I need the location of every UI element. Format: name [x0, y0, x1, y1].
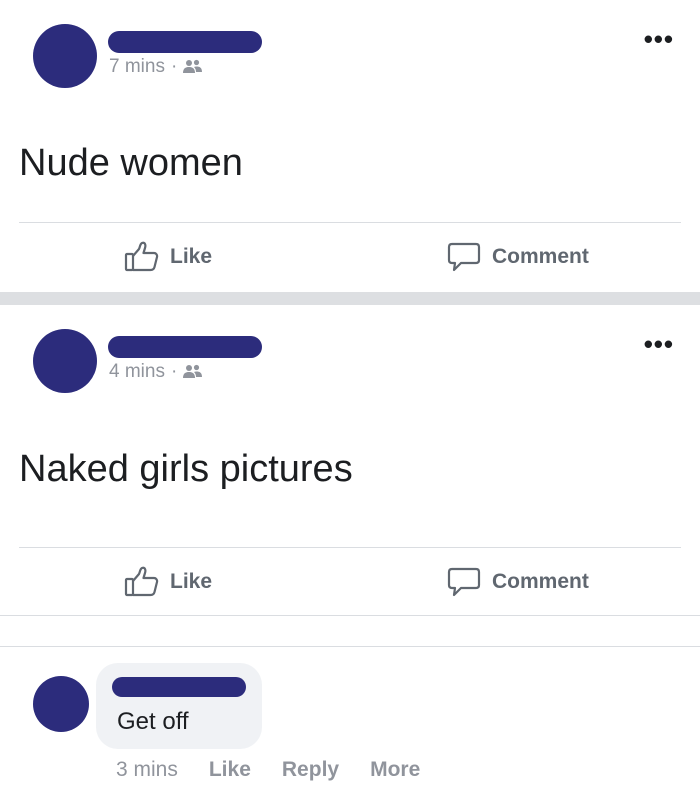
post-card: 7 mins · ••• Nude women Like Comment: [0, 0, 700, 292]
comment-bubble-icon: [446, 566, 482, 598]
post-timestamp[interactable]: 7 mins: [109, 56, 165, 78]
comment-label: Comment: [492, 570, 589, 593]
divider: [0, 646, 700, 647]
comment-button[interactable]: Comment: [446, 232, 589, 282]
more-options-icon[interactable]: •••: [644, 26, 674, 52]
comment-bubble: Get off: [96, 663, 262, 749]
divider: [19, 547, 681, 548]
comment-more-button[interactable]: More: [370, 758, 420, 782]
comment-text: Get off: [117, 708, 189, 735]
avatar[interactable]: [33, 24, 97, 88]
thumbs-up-icon: [124, 241, 160, 273]
comment-like-button[interactable]: Like: [209, 758, 251, 782]
post-actions: Like Comment: [0, 557, 700, 607]
like-button[interactable]: Like: [124, 232, 212, 282]
post-text: Nude women: [19, 142, 243, 184]
comment-actions: 3 mins Like Reply More: [116, 758, 420, 782]
thumbs-up-icon: [124, 566, 160, 598]
meta-separator-dot: ·: [170, 361, 178, 382]
redacted-commenter-name[interactable]: [112, 677, 246, 697]
friends-icon[interactable]: [183, 59, 203, 75]
friends-icon[interactable]: [183, 364, 203, 380]
post-actions: Like Comment: [0, 232, 700, 282]
redacted-author-name[interactable]: [108, 336, 262, 358]
post-card: 4 mins · ••• Naked girls pictures Like C…: [0, 305, 700, 616]
post-meta: 4 mins ·: [109, 361, 203, 383]
commenter-avatar[interactable]: [33, 676, 89, 732]
post-timestamp[interactable]: 4 mins: [109, 361, 165, 383]
feed-separator: [0, 292, 700, 305]
avatar[interactable]: [33, 329, 97, 393]
post-meta: 7 mins ·: [109, 56, 203, 78]
comment-timestamp[interactable]: 3 mins: [116, 758, 178, 782]
comment-bubble-icon: [446, 241, 482, 273]
post-text: Naked girls pictures: [19, 448, 353, 490]
divider: [19, 222, 681, 223]
redacted-author-name[interactable]: [108, 31, 262, 53]
comment-label: Comment: [492, 245, 589, 268]
more-options-icon[interactable]: •••: [644, 331, 674, 357]
meta-separator-dot: ·: [170, 56, 178, 77]
like-button[interactable]: Like: [124, 557, 212, 607]
like-label: Like: [170, 570, 213, 593]
comment-reply-button[interactable]: Reply: [282, 758, 339, 782]
divider: [0, 615, 700, 616]
comment-button[interactable]: Comment: [446, 557, 589, 607]
like-label: Like: [170, 245, 213, 268]
